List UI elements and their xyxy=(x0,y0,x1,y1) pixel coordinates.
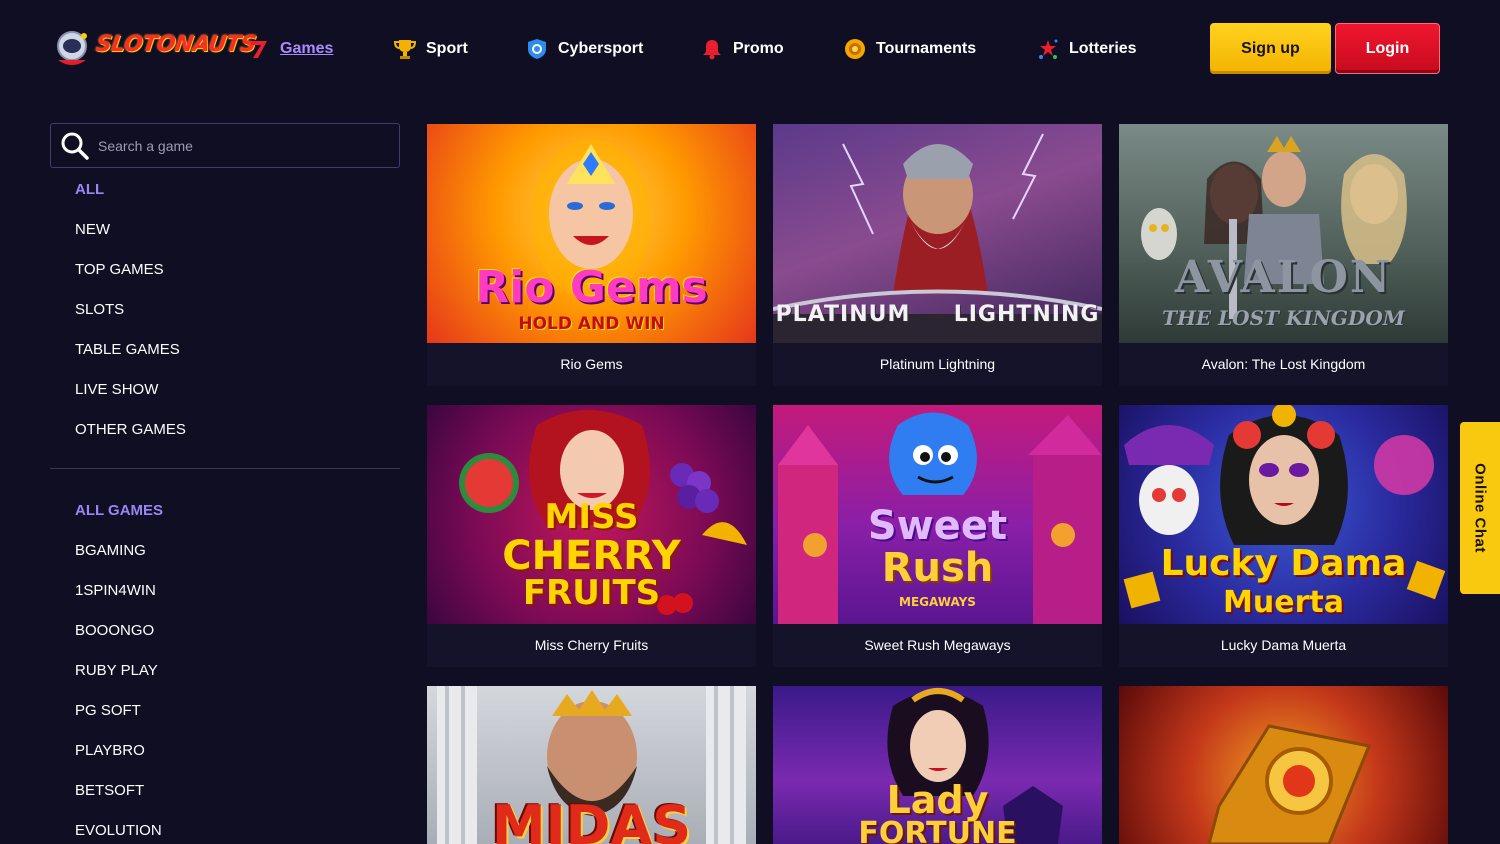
nav-games[interactable]: Games xyxy=(248,36,333,62)
online-chat-label: Online Chat xyxy=(1471,463,1489,553)
nav-cybersport-label: Cybersport xyxy=(558,40,644,57)
provider-evolution[interactable]: EVOLUTION xyxy=(75,822,162,839)
game-card-rio-gems[interactable]: Rio Gems HOLD AND WIN Rio Gems xyxy=(427,124,756,386)
game-thumbnail: Lady FORTUNE xyxy=(773,686,1102,844)
game-thumbnail: Rio Gems HOLD AND WIN xyxy=(427,124,756,343)
game-art-subtitle: Muerta xyxy=(1223,585,1344,620)
game-art-subtitle: MEGAWAYS xyxy=(899,595,976,609)
nav-cybersport[interactable]: Cybersport xyxy=(526,36,643,62)
game-art-word-1: PLATINUM xyxy=(775,302,911,327)
nav-tournaments-label: Tournaments xyxy=(876,40,977,57)
game-card-sweet-rush[interactable]: Sweet Rush MEGAWAYS Sweet Rush Megaways xyxy=(773,405,1102,667)
search-icon xyxy=(61,132,89,160)
game-card-lady-fortune[interactable]: Lady FORTUNE xyxy=(773,686,1102,844)
shield-icon xyxy=(526,38,548,60)
seven-icon xyxy=(248,38,270,60)
game-card-avalon[interactable]: AVALON THE LOST KINGDOM Avalon: The Lost… xyxy=(1119,124,1448,386)
game-thumbnail xyxy=(1119,686,1448,844)
game-art-word-2: LIGHTNING xyxy=(953,302,1100,327)
signup-button[interactable]: Sign up xyxy=(1210,23,1331,74)
game-title: Sweet Rush Megaways xyxy=(864,637,1011,653)
game-card-book[interactable] xyxy=(1119,686,1448,844)
confetti-icon xyxy=(1037,38,1059,60)
provider-bgaming[interactable]: BGAMING xyxy=(75,542,146,559)
nav-promo[interactable]: Promo xyxy=(701,36,784,62)
game-art-title: AVALON xyxy=(1174,252,1393,303)
provider-ruby-play[interactable]: RUBY PLAY xyxy=(75,662,158,679)
astronaut-icon xyxy=(57,31,87,65)
nav-lotteries-label: Lotteries xyxy=(1069,40,1137,57)
game-title: Platinum Lightning xyxy=(879,356,996,372)
medal-icon xyxy=(844,38,866,60)
game-card-lucky-dama-muerta[interactable]: Lucky Dama Muerta Lucky Dama Muerta xyxy=(1119,405,1448,667)
bell-icon xyxy=(701,38,723,60)
game-art-top: Sweet xyxy=(867,503,1008,549)
game-card-platinum-lightning[interactable]: PLATINUM LIGHTNING Platinum Lightning xyxy=(773,124,1102,386)
game-thumbnail: PLATINUM LIGHTNING xyxy=(773,124,1102,343)
category-new[interactable]: NEW xyxy=(75,221,110,238)
online-chat-tab[interactable]: Online Chat xyxy=(1460,422,1500,594)
category-table-games[interactable]: TABLE GAMES xyxy=(75,341,180,358)
nav-promo-label: Promo xyxy=(733,40,784,57)
game-title: Avalon: The Lost Kingdom xyxy=(1201,356,1366,372)
search-box[interactable] xyxy=(50,123,400,168)
category-slots[interactable]: SLOTS xyxy=(75,301,124,318)
nav-sport-label: Sport xyxy=(426,40,468,57)
nav-games-label: Games xyxy=(280,40,334,57)
provider-booongo[interactable]: BOOONGO xyxy=(75,622,154,639)
game-art-top: MISS xyxy=(544,497,639,537)
game-art-title: FORTUNE xyxy=(858,816,1017,844)
game-art-title: MIDAS xyxy=(491,794,692,844)
game-title: Lucky Dama Muerta xyxy=(1220,637,1347,653)
game-card-midas[interactable]: MIDAS xyxy=(427,686,756,844)
login-button[interactable]: Login xyxy=(1335,23,1440,74)
game-art-subtitle: FRUITS xyxy=(522,573,661,613)
game-art-title: Rio Gems xyxy=(475,262,708,313)
game-art-title: PLATINUM LIGHTNING xyxy=(773,302,1102,327)
logo-text: SLOTONAUTS xyxy=(94,32,258,57)
site-header: SLOTONAUTS Games Sport Cybersport Promo … xyxy=(0,0,1500,100)
game-art-title: Rush xyxy=(881,545,994,591)
category-live-show[interactable]: LIVE SHOW xyxy=(75,381,158,398)
provider-betsoft[interactable]: BETSOFT xyxy=(75,782,144,799)
category-other-games[interactable]: OTHER GAMES xyxy=(75,421,186,438)
provider-pg-soft[interactable]: PG SOFT xyxy=(75,702,141,719)
game-title: Rio Gems xyxy=(560,356,623,372)
game-card-miss-cherry-fruits[interactable]: MISS CHERRY FRUITS Miss Cherry Fruits xyxy=(427,405,756,667)
sidebar-divider xyxy=(50,468,400,469)
game-art-subtitle: THE LOST KINGDOM xyxy=(1162,306,1405,330)
category-all[interactable]: ALL xyxy=(75,181,104,198)
game-art-book xyxy=(1207,724,1372,844)
site-logo[interactable]: SLOTONAUTS xyxy=(50,26,257,70)
game-thumbnail: Lucky Dama Muerta xyxy=(1119,405,1448,624)
game-thumbnail: AVALON THE LOST KINGDOM xyxy=(1119,124,1448,343)
search-input[interactable] xyxy=(98,137,388,154)
provider-1spin4win[interactable]: 1SPIN4WIN xyxy=(75,582,156,599)
game-title: Miss Cherry Fruits xyxy=(534,637,649,653)
nav-tournaments[interactable]: Tournaments xyxy=(844,36,976,62)
game-art-title: Lucky Dama xyxy=(1160,543,1407,584)
provider-all-games[interactable]: ALL GAMES xyxy=(75,502,163,519)
nav-lotteries[interactable]: Lotteries xyxy=(1037,36,1137,62)
game-thumbnail: Sweet Rush MEGAWAYS xyxy=(773,405,1102,624)
nav-sport[interactable]: Sport xyxy=(394,36,468,62)
trophy-icon xyxy=(394,38,416,60)
game-art-subtitle: HOLD AND WIN xyxy=(518,314,665,334)
game-thumbnail: MISS CHERRY FRUITS xyxy=(427,405,756,624)
category-top-games[interactable]: TOP GAMES xyxy=(75,261,164,278)
provider-playbro[interactable]: PLAYBRO xyxy=(75,742,145,759)
game-thumbnail: MIDAS xyxy=(427,686,756,844)
